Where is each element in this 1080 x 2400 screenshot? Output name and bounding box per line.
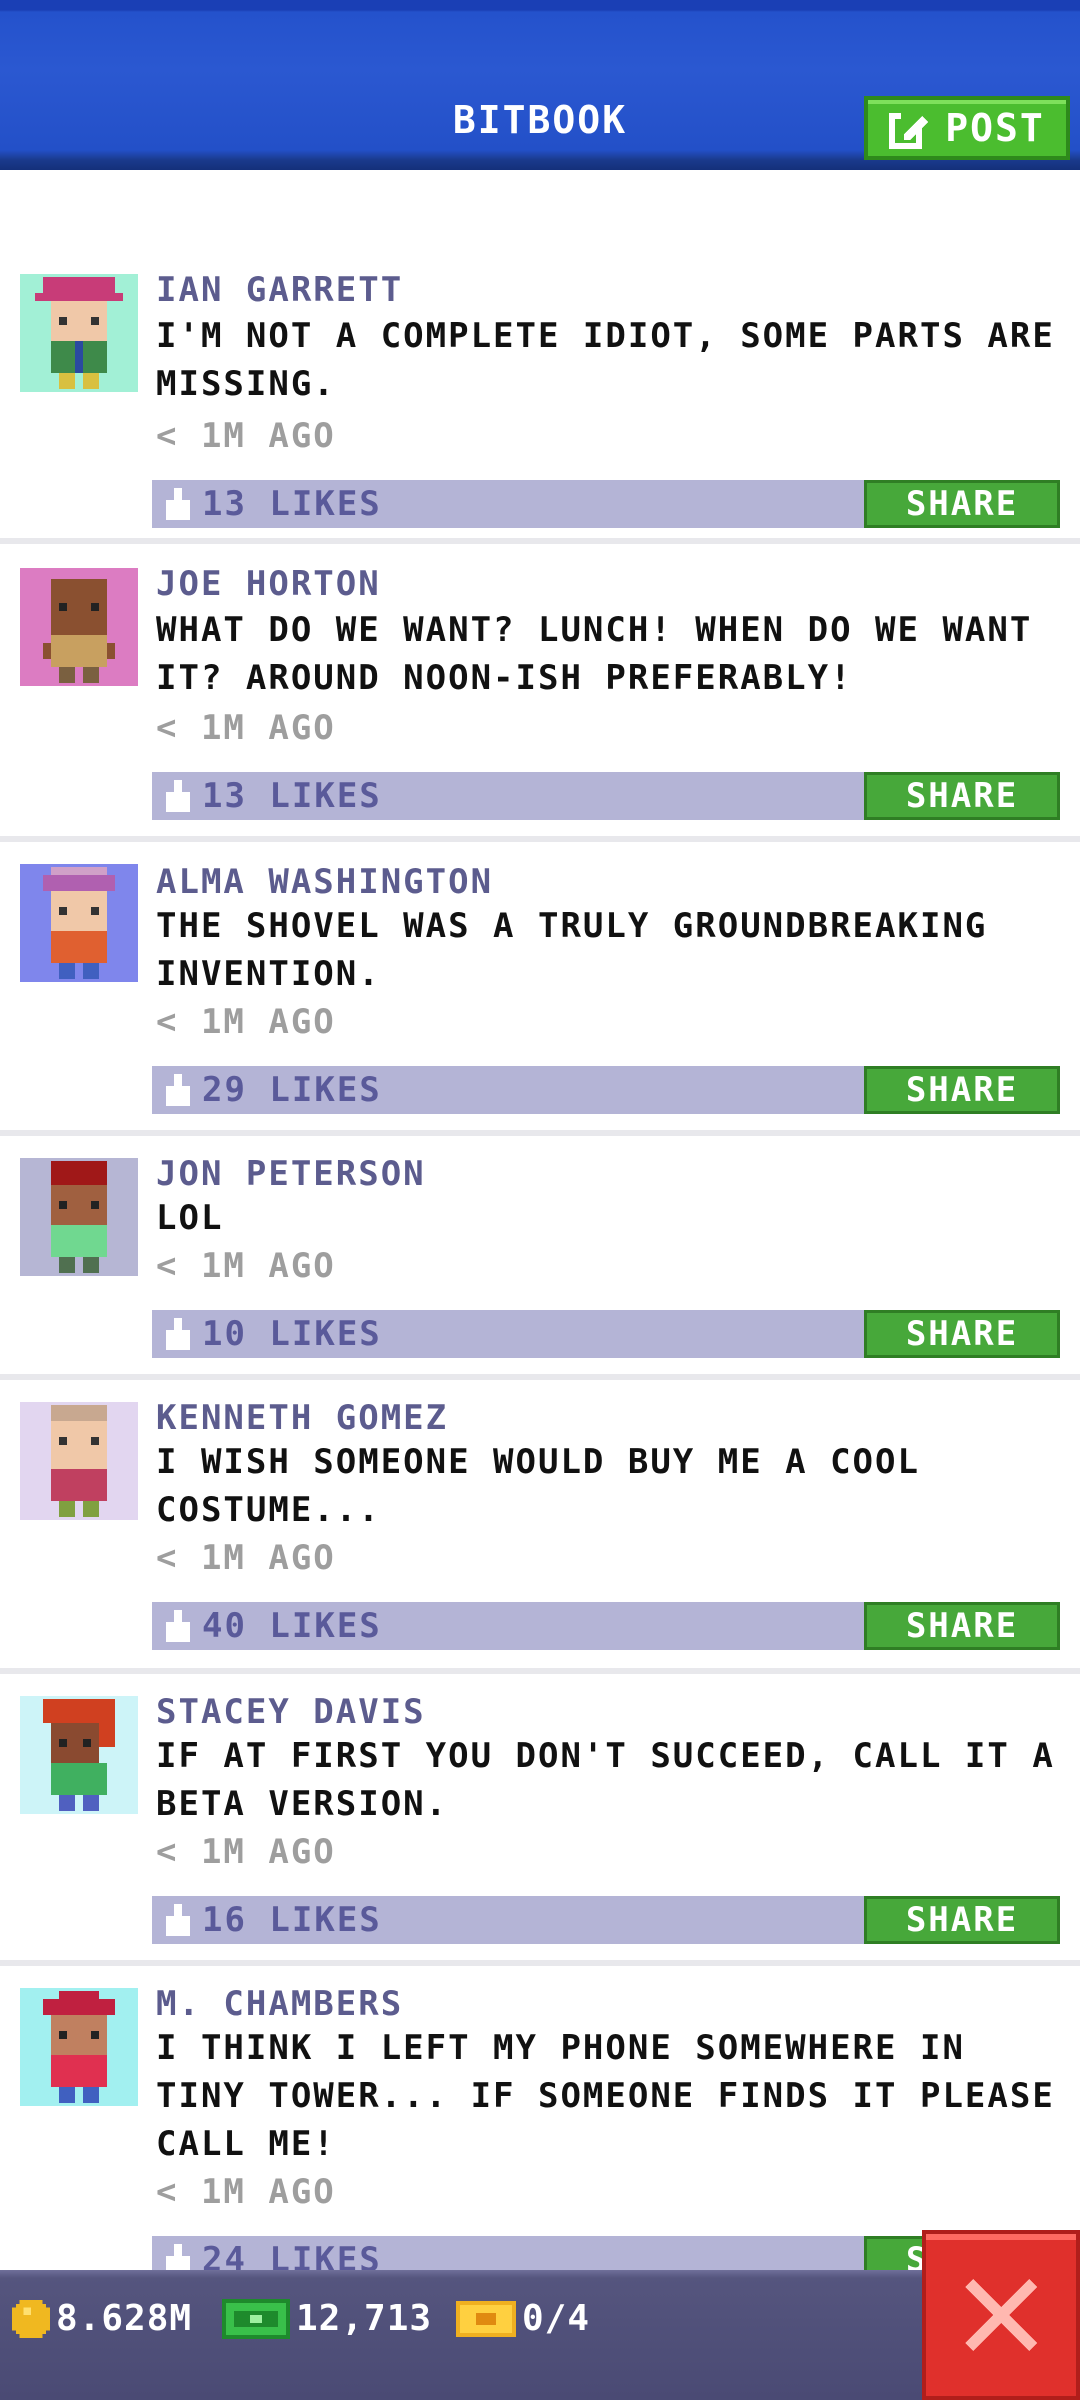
avatar[interactable]	[20, 1402, 138, 1520]
bitbook-screen: BITBOOK POST IAN GARRETT I'M NOT A COMPL…	[0, 0, 1080, 2400]
person-icon	[43, 1991, 115, 2103]
avatar[interactable]	[20, 568, 138, 686]
likes-bar[interactable]: 29 LIKES SHARE	[152, 1066, 1060, 1114]
tickets-value: 0/4	[522, 2298, 591, 2339]
status-bar: 8.628M 12,713 0/4	[0, 2270, 1080, 2400]
post-card: STACEY DAVIS IF AT FIRST YOU DON'T SUCCE…	[0, 1674, 1080, 1966]
share-button[interactable]: SHARE	[864, 1602, 1060, 1650]
person-icon	[43, 579, 115, 683]
post-author[interactable]: STACEY DAVIS	[156, 1692, 426, 1732]
avatar[interactable]	[20, 274, 138, 392]
post-card: IAN GARRETT I'M NOT A COMPLETE IDIOT, SO…	[0, 170, 1080, 544]
thumbs-up-icon	[166, 1074, 190, 1106]
close-button[interactable]	[922, 2230, 1080, 2400]
post-author[interactable]: JON PETERSON	[156, 1154, 426, 1194]
post-text: I WISH SOMEONE WOULD BUY ME A COOL COSTU…	[156, 1442, 920, 1530]
share-button[interactable]: SHARE	[864, 1310, 1060, 1358]
coins-stat: 8.628M	[12, 2298, 192, 2339]
person-icon	[51, 1405, 107, 1517]
likes-count: 16 LIKES	[202, 1900, 382, 1940]
post-author[interactable]: JOE HORTON	[156, 564, 381, 604]
ticket-icon	[456, 2300, 516, 2337]
person-icon	[35, 277, 123, 389]
post-card: KENNETH GOMEZ I WISH SOMEONE WOULD BUY M…	[0, 1380, 1080, 1674]
post-text: I THINK I LEFT MY PHONE SOMEWHERE IN TIN…	[156, 2028, 1055, 2164]
post-card: JON PETERSON LOL < 1M AGO 10 LIKES SHARE	[0, 1136, 1080, 1380]
post-text: LOL	[156, 1198, 224, 1238]
post-timestamp: < 1M AGO	[156, 2172, 336, 2212]
likes-count: 29 LIKES	[202, 1070, 382, 1110]
post-author[interactable]: ALMA WASHINGTON	[156, 862, 493, 902]
post-feed[interactable]: IAN GARRETT I'M NOT A COMPLETE IDIOT, SO…	[0, 170, 1080, 2284]
share-button[interactable]: SHARE	[864, 772, 1060, 820]
post-text: I'M NOT A COMPLETE IDIOT, SOME PARTS ARE…	[156, 316, 1055, 404]
post-button[interactable]: POST	[864, 96, 1070, 160]
likes-bar[interactable]: 13 LIKES SHARE	[152, 772, 1060, 820]
likes-bar[interactable]: 13 LIKES SHARE	[152, 480, 1060, 528]
person-icon	[51, 1161, 107, 1273]
likes-bar[interactable]: 10 LIKES SHARE	[152, 1310, 1060, 1358]
thumbs-up-icon	[166, 1904, 190, 1936]
bux-stat: 12,713	[222, 2298, 432, 2339]
post-author[interactable]: M. CHAMBERS	[156, 1984, 403, 2024]
person-icon	[43, 867, 115, 979]
share-button[interactable]: SHARE	[864, 1066, 1060, 1114]
post-text: WHAT DO WE WANT? LUNCH! WHEN DO WE WANT …	[156, 610, 1033, 698]
post-text: IF AT FIRST YOU DON'T SUCCEED, CALL IT A…	[156, 1736, 1055, 1824]
edit-icon	[889, 110, 929, 149]
thumbs-up-icon	[166, 1318, 190, 1350]
likes-count: 40 LIKES	[202, 1606, 382, 1646]
avatar[interactable]	[20, 1988, 138, 2106]
bux-value: 12,713	[296, 2298, 433, 2339]
likes-bar[interactable]: 16 LIKES SHARE	[152, 1896, 1060, 1944]
coin-icon	[12, 2299, 50, 2338]
post-author[interactable]: KENNETH GOMEZ	[156, 1398, 448, 1438]
post-timestamp: < 1M AGO	[156, 1002, 336, 1042]
avatar[interactable]	[20, 1158, 138, 1276]
likes-count: 13 LIKES	[202, 484, 382, 524]
post-timestamp: < 1M AGO	[156, 416, 336, 456]
person-icon	[43, 1699, 115, 1811]
avatar[interactable]	[20, 864, 138, 982]
thumbs-up-icon	[166, 488, 190, 520]
post-card: JOE HORTON WHAT DO WE WANT? LUNCH! WHEN …	[0, 550, 1080, 842]
post-button-label: POST	[945, 106, 1045, 150]
close-icon	[965, 2279, 1037, 2351]
share-button[interactable]: SHARE	[864, 480, 1060, 528]
thumbs-up-icon	[166, 780, 190, 812]
post-timestamp: < 1M AGO	[156, 1832, 336, 1872]
coins-value: 8.628M	[56, 2298, 193, 2339]
avatar[interactable]	[20, 1696, 138, 1814]
likes-count: 13 LIKES	[202, 776, 382, 816]
likes-bar[interactable]: 40 LIKES SHARE	[152, 1602, 1060, 1650]
post-timestamp: < 1M AGO	[156, 1538, 336, 1578]
header-bar: BITBOOK POST	[0, 0, 1080, 170]
share-button[interactable]: SHARE	[864, 1896, 1060, 1944]
post-text: THE SHOVEL WAS A TRULY GROUNDBREAKING IN…	[156, 906, 988, 994]
post-timestamp: < 1M AGO	[156, 1246, 336, 1286]
tickets-stat: 0/4	[456, 2298, 590, 2339]
bux-icon	[222, 2298, 290, 2339]
thumbs-up-icon	[166, 1610, 190, 1642]
post-card: ALMA WASHINGTON THE SHOVEL WAS A TRULY G…	[0, 842, 1080, 1136]
post-timestamp: < 1M AGO	[156, 708, 336, 748]
post-author[interactable]: IAN GARRETT	[156, 270, 403, 310]
likes-count: 10 LIKES	[202, 1314, 382, 1354]
